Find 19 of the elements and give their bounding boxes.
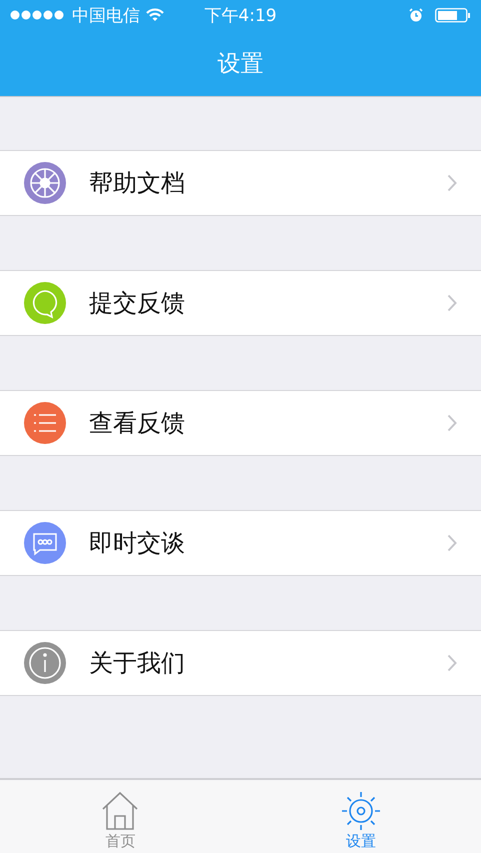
chevron-icon <box>447 294 457 312</box>
settings-icon <box>340 791 381 831</box>
carrier-name: 中国电信 <box>72 4 140 26</box>
menu-item[interactable]: 即时交谈 <box>0 510 481 576</box>
menu-item[interactable]: 提交反馈 <box>0 270 481 336</box>
home-icon <box>101 791 140 831</box>
status-time: 下午4:19 <box>204 4 277 26</box>
signal-icon <box>10 10 66 20</box>
screen-title: 设置 <box>218 50 264 78</box>
menu-item[interactable]: 关于我们 <box>0 630 481 696</box>
chevron-icon <box>447 534 457 552</box>
wifi-icon <box>146 8 164 22</box>
chevron-icon <box>447 174 457 192</box>
battery-icon <box>435 8 471 22</box>
alarm-icon <box>409 8 423 22</box>
chevron-icon <box>447 654 457 672</box>
chevron-icon <box>447 414 457 432</box>
menu-item[interactable]: 帮助文档 <box>0 150 481 216</box>
menu-item[interactable]: 查看反馈 <box>0 390 481 456</box>
